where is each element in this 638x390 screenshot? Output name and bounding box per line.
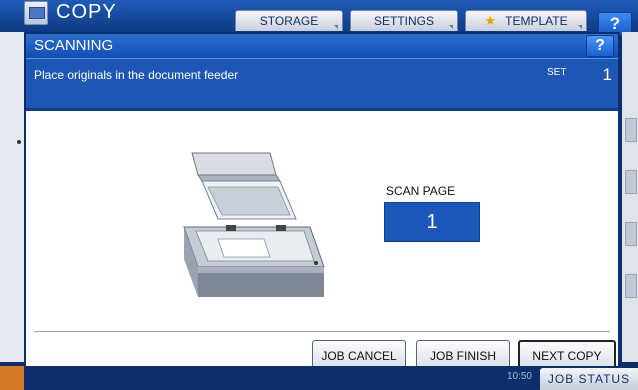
help-button[interactable]: ?: [586, 35, 614, 57]
divider: [34, 331, 610, 332]
dialog-title: SCANNING: [34, 37, 114, 54]
background-panel-left: [0, 32, 24, 362]
tab-settings-label: SETTINGS: [373, 14, 434, 28]
tab-template-label: TEMPLATE: [505, 14, 568, 28]
tab-storage-label: STORAGE: [259, 14, 319, 28]
corner-arrow-icon: [449, 25, 453, 29]
scan-page-label: SCAN PAGE: [386, 184, 456, 198]
dialog-body: SCAN PAGE 1 JOB CANCEL JOB FINISH NEXT C…: [26, 108, 618, 372]
corner-arrow-icon: [334, 25, 338, 29]
tab-template[interactable]: ★ TEMPLATE: [465, 10, 587, 31]
set-label: SET: [547, 67, 567, 78]
tab-settings[interactable]: SETTINGS: [350, 10, 458, 31]
bullet-dot: [17, 140, 21, 144]
background-panel-right: [622, 32, 638, 362]
job-status-button[interactable]: JOB STATUS: [540, 368, 638, 390]
scan-page-count: 1: [384, 202, 480, 242]
message-bar: Place originals in the document feeder S…: [26, 58, 618, 109]
instruction-message: Place originals in the document feeder: [34, 68, 239, 82]
scanner-open-lid-icon: [183, 152, 325, 297]
panel-slot: [625, 118, 637, 142]
clock: 10:50: [506, 371, 532, 382]
corner-arrow-icon: [578, 25, 582, 29]
status-indicator-strip: [0, 366, 24, 390]
panel-slot: [625, 170, 637, 194]
star-icon: ★: [484, 13, 497, 28]
copy-app-icon: [24, 1, 48, 25]
app-title: COPY: [56, 1, 117, 23]
panel-slot: [625, 222, 637, 246]
dialog-title-bar: SCANNING ?: [26, 34, 618, 58]
tab-storage[interactable]: STORAGE: [235, 10, 343, 31]
set-count: 1: [602, 65, 612, 84]
panel-slot: [625, 274, 637, 298]
scanning-dialog: SCANNING ? Place originals in the docume…: [24, 32, 620, 372]
